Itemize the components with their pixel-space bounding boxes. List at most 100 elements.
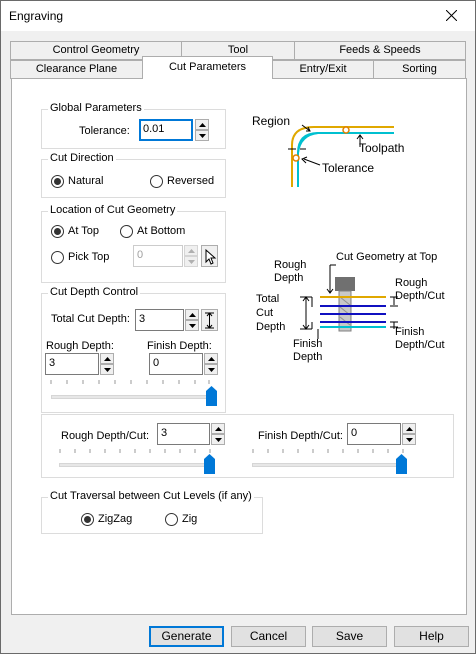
zigzag-label: ZigZag xyxy=(98,513,133,525)
pick-top-input[interactable]: 0 xyxy=(133,245,183,267)
rough-depth-diagram-label-2: Depth xyxy=(274,272,304,284)
spin-down-button[interactable] xyxy=(195,130,209,141)
down-arrow-icon xyxy=(199,134,206,138)
finish-depth-input[interactable]: 0 xyxy=(149,353,203,375)
close-button[interactable] xyxy=(429,1,475,31)
slider-ticks xyxy=(50,380,210,384)
total-cut-depth-diagram-label-3: Depth xyxy=(256,321,286,333)
rough-depth-spinner[interactable] xyxy=(100,353,114,375)
tab-sorting[interactable]: Sorting xyxy=(373,60,466,79)
reversed-radio[interactable] xyxy=(150,175,163,188)
spin-up-button[interactable] xyxy=(185,309,199,320)
total-cut-depth-label: Total Cut Depth: xyxy=(51,313,130,325)
depth-split-slider-track[interactable] xyxy=(51,395,211,399)
total-cut-depth-spinner[interactable] xyxy=(185,309,199,331)
spin-up-button[interactable] xyxy=(195,119,209,130)
up-arrow-icon xyxy=(188,249,195,253)
pick-top-spinner[interactable] xyxy=(184,245,198,267)
finish-depth-cut-slider-track[interactable] xyxy=(252,463,407,467)
group-legend: Cut Depth Control xyxy=(48,286,141,298)
cut-direction-group: Cut Direction Natural Reversed xyxy=(41,152,226,198)
zig-radio[interactable] xyxy=(165,513,178,526)
finish-depth-spinner[interactable] xyxy=(204,353,218,375)
tab-clearance-plane[interactable]: Clearance Plane xyxy=(10,60,143,79)
window-title: Engraving xyxy=(9,9,64,23)
slider-ticks xyxy=(252,449,404,453)
zigzag-radio[interactable] xyxy=(81,513,94,526)
location-group: Location of Cut Geometry At Top At Botto… xyxy=(41,204,226,283)
tab-cut-parameters[interactable]: Cut Parameters xyxy=(142,56,273,79)
tab-feeds-speeds[interactable]: Feeds & Speeds xyxy=(294,41,466,60)
down-arrow-icon xyxy=(215,438,222,442)
cut-parameters-panel: Global Parameters Tolerance: 0.01 Cut Di… xyxy=(11,78,467,615)
tolerance-input[interactable]: 0.01 xyxy=(139,119,193,141)
tab-entry-exit[interactable]: Entry/Exit xyxy=(272,60,374,79)
finish-depth-cut-spinner[interactable] xyxy=(402,423,416,445)
spin-down-button[interactable] xyxy=(402,434,416,445)
up-arrow-icon xyxy=(215,427,222,431)
rough-depth-cut-slider-track[interactable] xyxy=(59,463,214,467)
measure-depth-button[interactable] xyxy=(201,309,218,331)
tolerance-spinner[interactable] xyxy=(195,119,209,141)
rough-depth-cut-input[interactable]: 3 xyxy=(157,423,210,445)
rough-depth-diagram-label-1: Rough xyxy=(274,259,307,271)
reversed-label: Reversed xyxy=(167,175,215,187)
finish-depth-label: Finish Depth: xyxy=(147,340,212,352)
spin-down-button[interactable] xyxy=(211,434,225,445)
pick-top-radio[interactable] xyxy=(51,251,64,264)
spin-down-button[interactable] xyxy=(100,364,114,375)
cursor-arrow-icon xyxy=(205,248,217,265)
rough-depth-cut-diagram-label-1: Rough xyxy=(395,277,428,289)
up-arrow-icon xyxy=(406,427,413,431)
natural-label: Natural xyxy=(68,175,104,187)
spin-up-button[interactable] xyxy=(402,423,416,434)
engraving-dialog: Engraving Control Geometry Tool Feeds & … xyxy=(0,0,476,654)
at-bottom-radio[interactable] xyxy=(120,225,133,238)
global-parameters-group: Global Parameters Tolerance: 0.01 xyxy=(41,102,226,149)
spin-up-button[interactable] xyxy=(211,423,225,434)
spin-down-button[interactable] xyxy=(184,256,198,267)
rough-depth-cut-diagram-label-2: Depth/Cut xyxy=(395,290,445,302)
down-arrow-icon xyxy=(188,260,195,264)
zig-label: Zig xyxy=(182,513,198,525)
cut-depth-group: Cut Depth Control Total Cut Depth: 3 Rou… xyxy=(41,286,226,413)
cancel-button[interactable]: Cancel xyxy=(231,626,306,647)
spin-up-button[interactable] xyxy=(100,353,114,364)
group-legend: Cut Traversal between Cut Levels (if any… xyxy=(48,490,254,502)
generate-button[interactable]: Generate xyxy=(149,626,224,647)
slider-ticks xyxy=(59,449,211,453)
spin-down-button[interactable] xyxy=(204,364,218,375)
finish-depth-cut-diagram-label-2: Depth/Cut xyxy=(395,339,445,351)
rough-depth-cut-spinner[interactable] xyxy=(211,423,225,445)
total-cut-depth-input[interactable]: 3 xyxy=(135,309,184,331)
help-button[interactable]: Help xyxy=(394,626,469,647)
finish-depth-cut-slider-thumb[interactable] xyxy=(396,454,407,474)
tool-holder xyxy=(335,277,355,291)
at-bottom-label: At Bottom xyxy=(137,225,186,237)
rough-depth-label: Rough Depth: xyxy=(46,340,114,352)
rough-depth-input[interactable]: 3 xyxy=(45,353,99,375)
finish-depth-diagram-label-1: Finish xyxy=(293,338,323,350)
at-top-radio[interactable] xyxy=(51,225,64,238)
down-arrow-icon xyxy=(208,368,215,372)
save-button[interactable]: Save xyxy=(312,626,387,647)
spin-up-button[interactable] xyxy=(184,245,198,256)
up-arrow-icon xyxy=(208,357,215,361)
close-icon xyxy=(446,10,457,21)
spin-up-button[interactable] xyxy=(204,353,218,364)
pick-top-button[interactable] xyxy=(201,245,218,267)
down-arrow-icon xyxy=(189,324,196,328)
spin-down-button[interactable] xyxy=(185,320,199,331)
total-cut-depth-diagram-label-1: Total xyxy=(256,293,280,305)
finish-depth-cut-label: Finish Depth/Cut: xyxy=(258,430,343,442)
natural-radio[interactable] xyxy=(51,175,64,188)
toolpath-label: Toolpath xyxy=(359,141,405,155)
group-legend: Global Parameters xyxy=(48,102,144,114)
tolerance-label: Tolerance: xyxy=(79,125,130,137)
depth-measure-icon xyxy=(205,312,214,329)
down-arrow-icon xyxy=(406,438,413,442)
down-arrow-icon xyxy=(104,368,111,372)
finish-depth-cut-input[interactable]: 0 xyxy=(347,423,401,445)
rough-depth-cut-slider-thumb[interactable] xyxy=(204,454,215,474)
depth-split-slider-thumb[interactable] xyxy=(206,386,217,406)
